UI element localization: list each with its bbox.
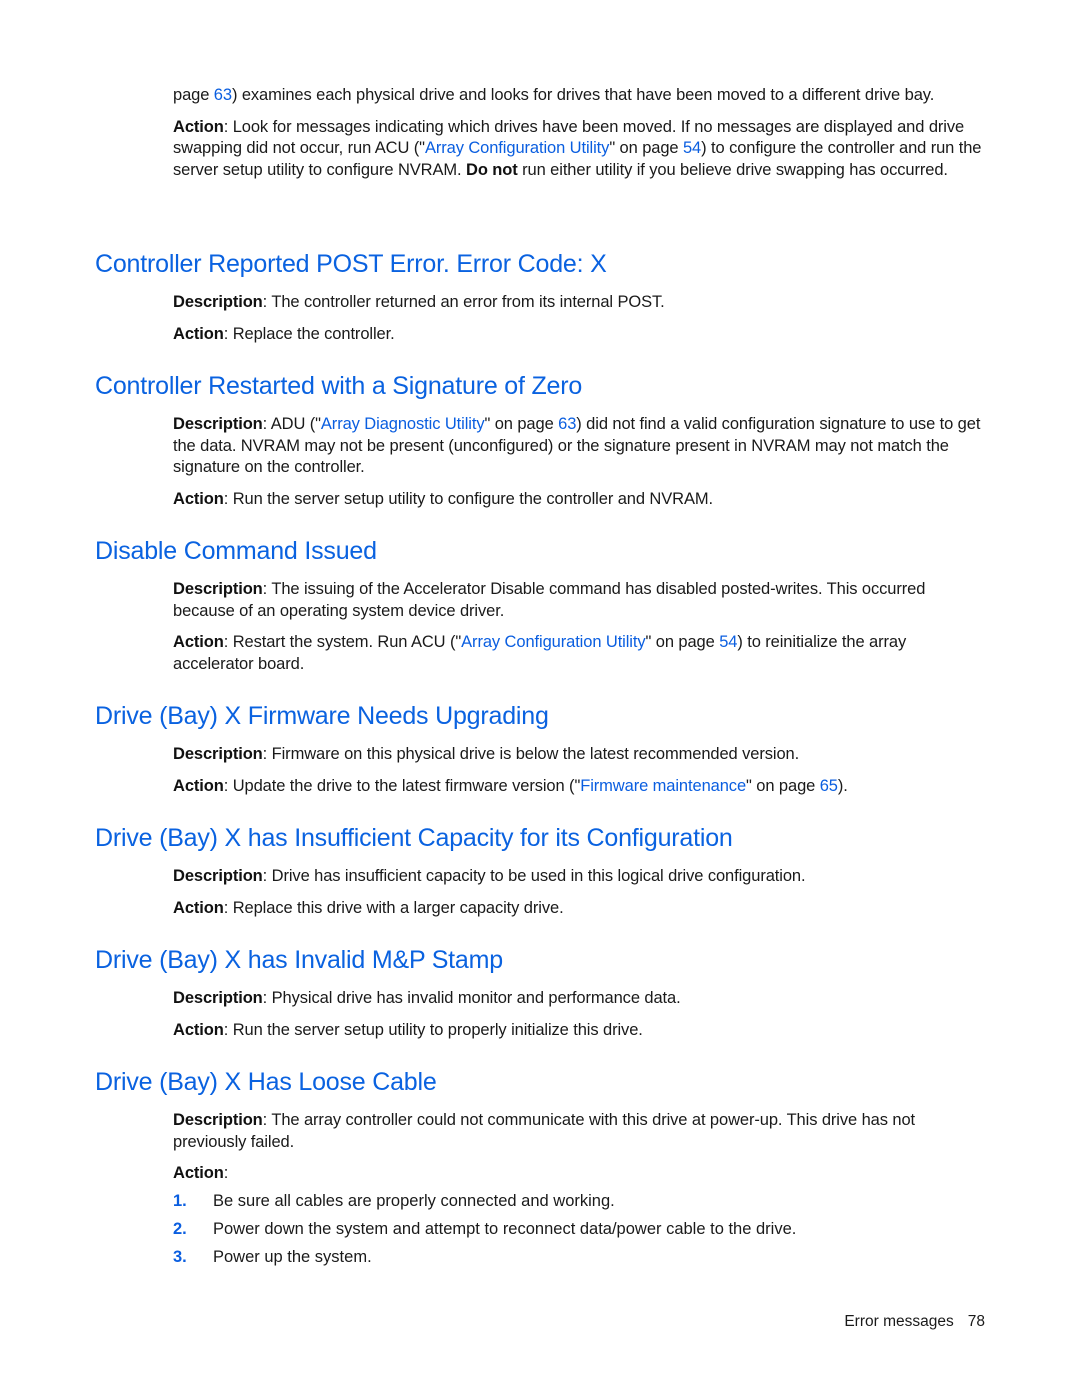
page-link-54[interactable]: 54 <box>719 633 737 651</box>
description-paragraph: Description: The controller returned an … <box>173 293 665 311</box>
page-number: 78 <box>967 1313 985 1330</box>
action-steps-list: 1. Be sure all cables are properly conne… <box>173 1191 988 1275</box>
action-paragraph: Action: Run the server setup utility to … <box>173 489 713 508</box>
section-body-signature-zero: Description: ADU ("Array Diagnostic Util… <box>173 414 988 510</box>
page-footer: Error messages 78 <box>844 1313 985 1331</box>
step-number: 1. <box>173 1192 187 1210</box>
action-paragraph: Action: Update the drive to the latest f… <box>173 776 848 795</box>
description-paragraph: Description: The array controller could … <box>173 1111 916 1151</box>
list-item: 2. Power down the system and attempt to … <box>173 1219 988 1247</box>
action-label: Action <box>173 117 224 136</box>
section-heading-post-error: Controller Reported POST Error. Error Co… <box>95 250 607 278</box>
document-page: page 63) examines each physical drive an… <box>0 0 1080 1397</box>
do-not-emphasis: Do not <box>466 160 518 179</box>
firmware-maintenance-link[interactable]: Firmware maintenance <box>580 777 746 795</box>
action-paragraph: Action: Replace this drive with a larger… <box>173 898 564 917</box>
action-paragraph: Action: Run the server setup utility to … <box>173 1020 643 1039</box>
description-paragraph: Description: Drive has insufficient capa… <box>173 867 806 885</box>
list-item: 3. Power up the system. <box>173 1247 988 1275</box>
step-text: Be sure all cables are properly connecte… <box>213 1192 615 1210</box>
action-paragraph: Action: <box>173 1164 229 1182</box>
section-body-post-error: Description: The controller returned an … <box>173 292 988 345</box>
array-configuration-utility-link[interactable]: Array Configuration Utility <box>425 139 609 157</box>
description-paragraph: Description: Physical drive has invalid … <box>173 989 681 1007</box>
section-heading-signature-zero: Controller Restarted with a Signature of… <box>95 372 583 400</box>
page-link-54[interactable]: 54 <box>683 139 701 157</box>
page-link-63[interactable]: 63 <box>214 86 232 104</box>
step-text: Power down the system and attempt to rec… <box>213 1220 797 1238</box>
section-heading-loose-cable: Drive (Bay) X Has Loose Cable <box>95 1068 437 1096</box>
array-diagnostic-utility-link[interactable]: Array Diagnostic Utility <box>321 415 485 433</box>
step-number: 3. <box>173 1248 187 1266</box>
step-number: 2. <box>173 1220 187 1238</box>
intro-paragraph: page 63) examines each physical drive an… <box>173 86 935 104</box>
step-text: Power up the system. <box>213 1248 372 1266</box>
intro-block: page 63) examines each physical drive an… <box>173 85 988 181</box>
section-body-insufficient-capacity: Description: Drive has insufficient capa… <box>173 866 988 919</box>
footer-section-name: Error messages <box>844 1313 954 1330</box>
action-paragraph: Action: Restart the system. Run ACU ("Ar… <box>173 633 907 673</box>
section-body-invalid-mp-stamp: Description: Physical drive has invalid … <box>173 988 988 1041</box>
intro-action: Action: Look for messages indicating whi… <box>173 117 982 179</box>
description-paragraph: Description: ADU ("Array Diagnostic Util… <box>173 415 981 476</box>
description-paragraph: Description: The issuing of the Accelera… <box>173 580 926 620</box>
section-heading-disable-command: Disable Command Issued <box>95 537 377 565</box>
section-body-firmware-upgrade: Description: Firmware on this physical d… <box>173 744 988 797</box>
section-heading-insufficient-capacity: Drive (Bay) X has Insufficient Capacity … <box>95 824 733 852</box>
page-link-65[interactable]: 65 <box>820 777 838 795</box>
section-heading-firmware-upgrade: Drive (Bay) X Firmware Needs Upgrading <box>95 702 549 730</box>
array-configuration-utility-link[interactable]: Array Configuration Utility <box>461 633 645 651</box>
list-item: 1. Be sure all cables are properly conne… <box>173 1191 988 1219</box>
section-heading-invalid-mp-stamp: Drive (Bay) X has Invalid M&P Stamp <box>95 946 503 974</box>
page-link-63[interactable]: 63 <box>558 415 576 433</box>
description-paragraph: Description: Firmware on this physical d… <box>173 745 800 763</box>
action-paragraph: Action: Replace the controller. <box>173 324 395 343</box>
section-body-disable-command: Description: The issuing of the Accelera… <box>173 579 988 675</box>
section-body-loose-cable: Description: The array controller could … <box>173 1110 988 1185</box>
